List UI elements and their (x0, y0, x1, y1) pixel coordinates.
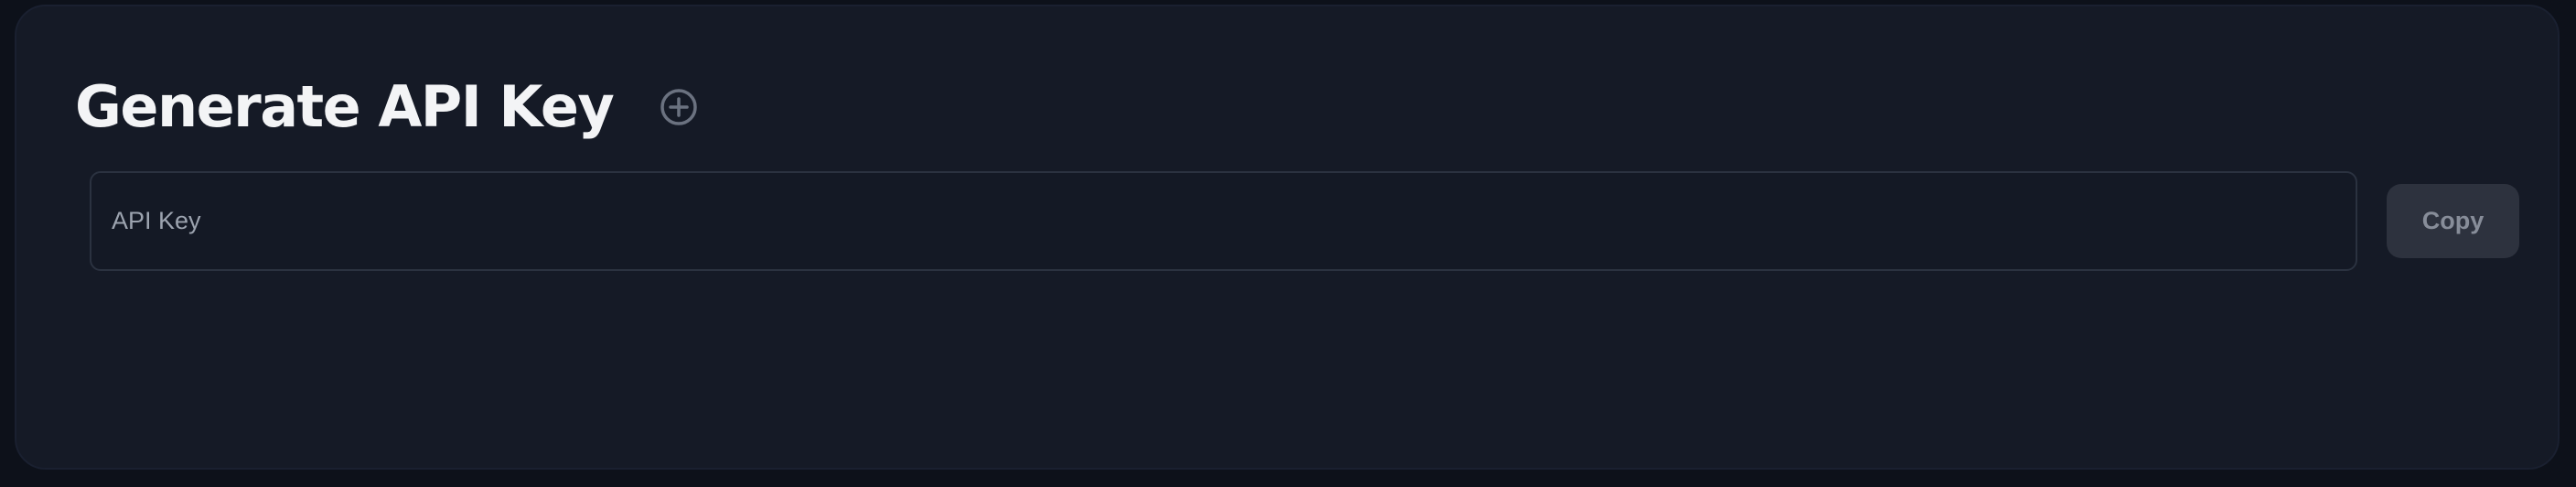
plus-circle-icon[interactable] (659, 87, 699, 127)
copy-button[interactable]: Copy (2387, 184, 2519, 258)
card-header: Generate API Key (75, 61, 699, 153)
generate-api-key-card: Generate API Key Copy (15, 5, 2560, 470)
api-key-input[interactable] (90, 171, 2357, 271)
card-title: Generate API Key (75, 73, 615, 140)
